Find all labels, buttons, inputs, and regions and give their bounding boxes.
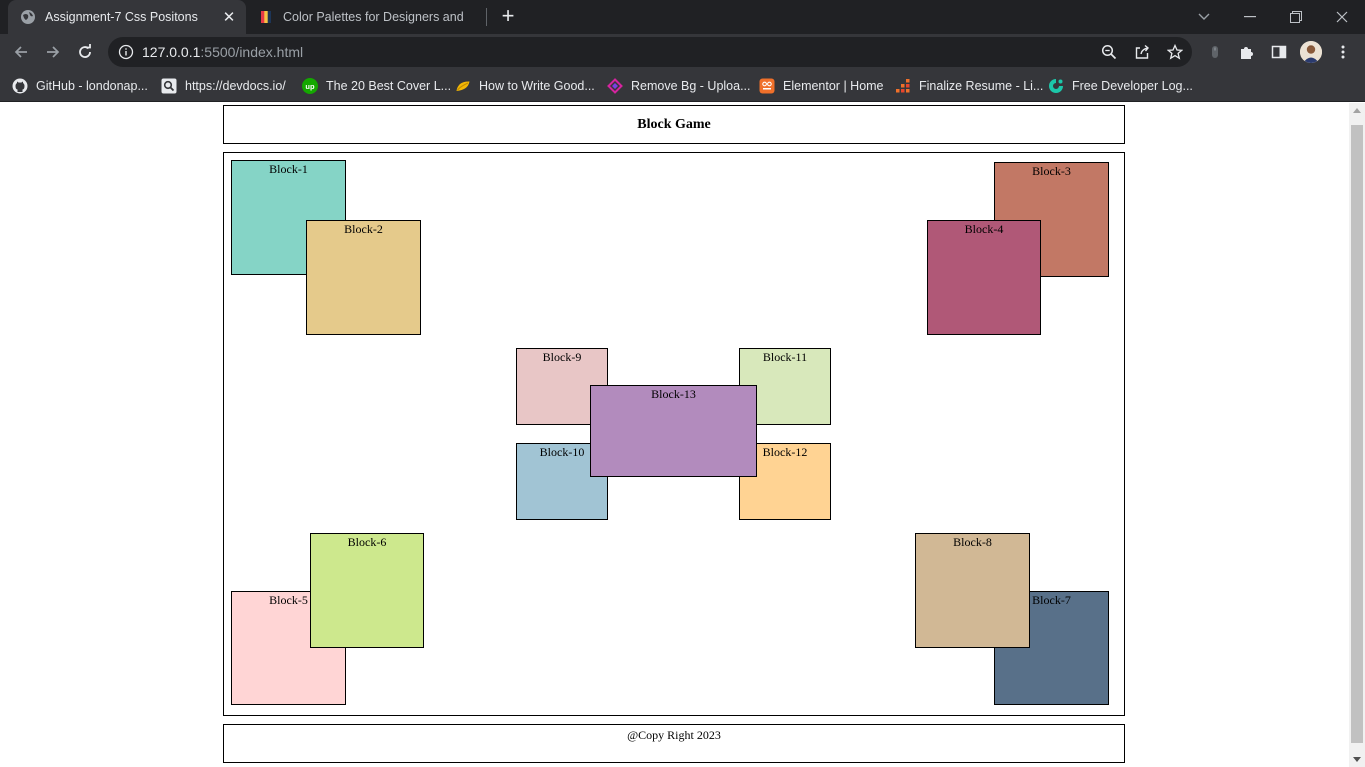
reload-icon[interactable] (71, 38, 99, 66)
restore-icon[interactable] (1273, 0, 1319, 34)
bookmark-elementor[interactable]: Elementor | Home (759, 76, 884, 96)
page-footer: @Copy Right 2023 (223, 724, 1125, 763)
bookmarks-bar: GitHub - londonap... https://devdocs.io/… (0, 70, 1365, 102)
bookmark-label: How to Write Good... (479, 79, 595, 93)
extension-mouse-icon[interactable] (1207, 44, 1223, 60)
tab-color-palettes[interactable]: Color Palettes for Designers and (248, 0, 484, 34)
block-4: Block-4 (927, 220, 1041, 335)
block-2: Block-2 (306, 220, 421, 335)
tab-separator (486, 8, 487, 26)
block-game-area: Block-1 Block-2 Block-3 Block-4 Block-5 … (223, 152, 1125, 716)
bookmark-label: Elementor | Home (783, 79, 884, 93)
copyright-text: @Copy Right 2023 (627, 728, 721, 742)
github-icon (12, 78, 28, 94)
tab-search-chevron-icon[interactable] (1181, 0, 1227, 34)
upwork-icon: up (302, 78, 318, 94)
scroll-up-arrow-icon[interactable] (1353, 108, 1361, 113)
bookmark-label: The 20 Best Cover L... (326, 79, 452, 93)
forward-arrow-icon[interactable] (39, 38, 67, 66)
url-path: :5500/index.html (200, 44, 304, 60)
page-title: Block Game (637, 116, 711, 132)
bookmark-remove-bg[interactable]: Remove Bg - Uploa... (607, 76, 751, 96)
address-bar[interactable]: 127.0.0.1:5500/index.html (108, 37, 1192, 67)
bookmark-devdocs[interactable]: https://devdocs.io/ (161, 76, 286, 96)
new-tab-icon[interactable]: + (497, 5, 519, 27)
resume-icon (896, 79, 910, 93)
page-header: Block Game (223, 105, 1125, 144)
globe-icon (21, 10, 35, 24)
url-text[interactable]: 127.0.0.1:5500/index.html (142, 44, 303, 60)
menu-kebab-icon[interactable] (1335, 44, 1351, 60)
bookmark-upwork[interactable]: up The 20 Best Cover L... (302, 76, 451, 96)
tab-title: Assignment-7 Css Positons (45, 10, 198, 24)
zoom-icon[interactable] (1101, 44, 1117, 60)
devdocs-icon (161, 78, 177, 94)
profile-avatar[interactable] (1300, 41, 1322, 63)
removebg-icon (607, 78, 623, 94)
taco-icon (456, 81, 470, 91)
scroll-down-arrow-icon[interactable] (1353, 757, 1361, 762)
bookmark-github[interactable]: GitHub - londonap... (12, 76, 148, 96)
bookmark-label: Remove Bg - Uploa... (631, 79, 751, 93)
site-info-icon[interactable] (118, 44, 134, 60)
bookmark-label: Finalize Resume - Li... (919, 79, 1044, 93)
browser-toolbar: 127.0.0.1:5500/index.html (0, 34, 1365, 70)
tab-assignment[interactable]: Assignment-7 Css Positons ✕ (8, 0, 246, 34)
url-host: 127.0.0.1 (142, 44, 201, 60)
bookmark-finalize-resume[interactable]: Finalize Resume - Li... (895, 76, 1043, 96)
elementor-icon (759, 78, 775, 94)
close-window-icon[interactable] (1319, 0, 1365, 34)
coolors-icon (261, 11, 271, 23)
bookmark-label: GitHub - londonap... (36, 79, 148, 93)
bookmark-label: Free Developer Log... (1072, 79, 1193, 93)
bookmark-write-good[interactable]: How to Write Good... (455, 76, 595, 96)
block-8: Block-8 (915, 533, 1030, 648)
bookmark-free-developer-logo[interactable]: Free Developer Log... (1048, 76, 1193, 96)
minimize-icon[interactable] (1227, 0, 1273, 34)
block-6: Block-6 (310, 533, 424, 648)
share-icon[interactable] (1134, 44, 1150, 60)
back-arrow-icon[interactable] (7, 38, 35, 66)
block-13: Block-13 (590, 385, 757, 477)
side-panel-icon[interactable] (1271, 44, 1287, 60)
logo-icon (1049, 79, 1063, 93)
svg-text:up: up (305, 82, 315, 91)
close-tab-icon[interactable]: ✕ (220, 8, 238, 26)
bookmark-label: https://devdocs.io/ (185, 79, 286, 93)
bookmark-star-icon[interactable] (1167, 44, 1183, 60)
tab-strip: Assignment-7 Css Positons ✕ Color Palett… (0, 0, 1365, 34)
extensions-puzzle-icon[interactable] (1239, 44, 1255, 60)
tab-title: Color Palettes for Designers and (283, 10, 464, 24)
scrollbar-thumb[interactable] (1351, 125, 1363, 743)
page-scrollbar[interactable] (1349, 103, 1365, 767)
page-viewport: Block Game Block-1 Block-2 Block-3 Block… (0, 103, 1349, 767)
